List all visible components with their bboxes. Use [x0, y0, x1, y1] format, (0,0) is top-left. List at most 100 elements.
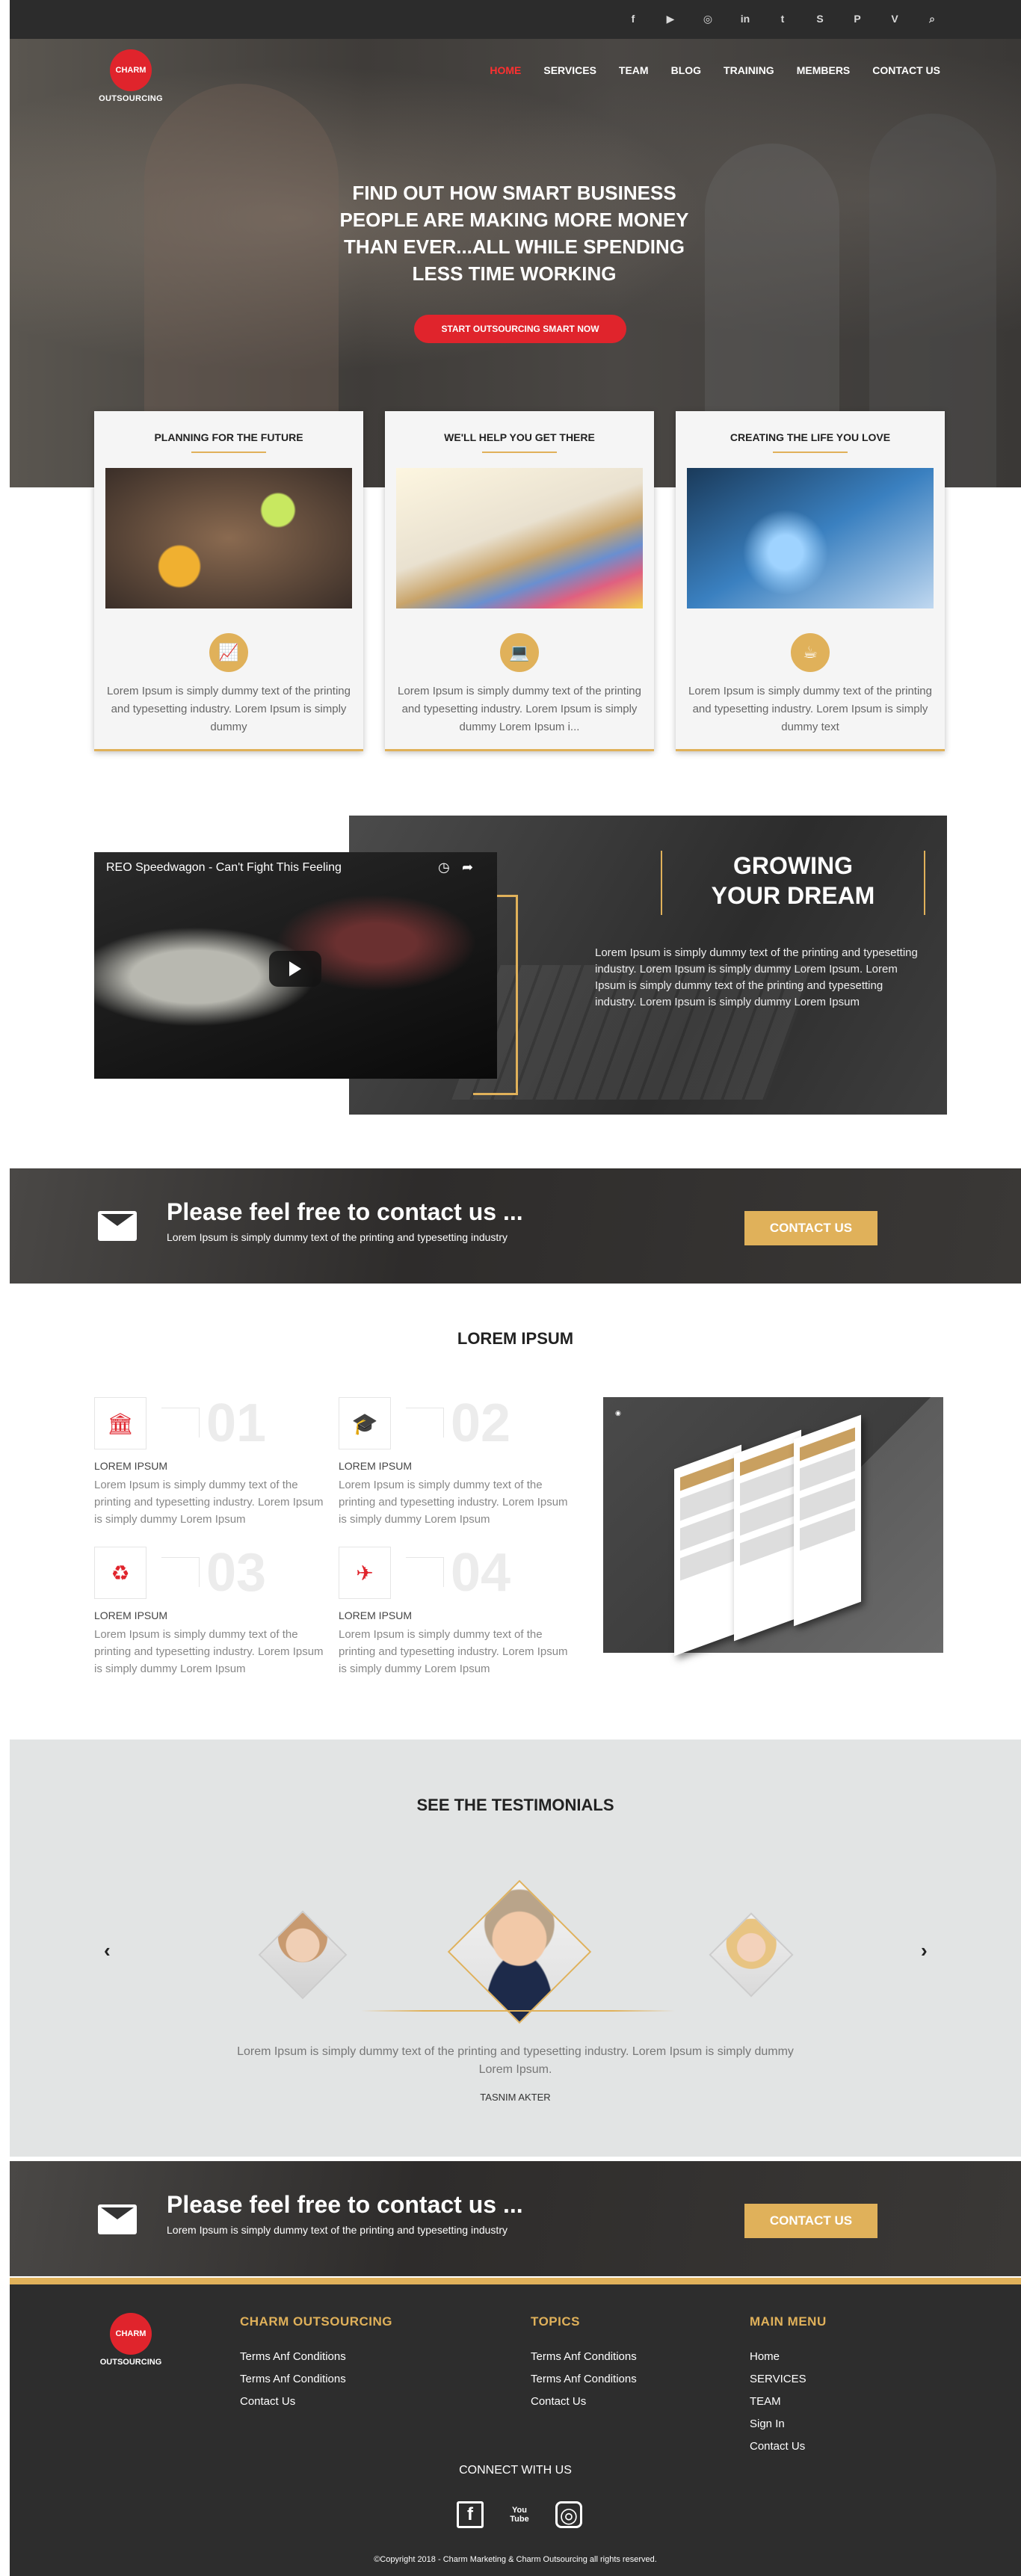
card-title: PLANNING FOR THE FUTURE: [154, 431, 303, 443]
footer-column-title: MAIN MENU: [750, 2314, 827, 2329]
recycle-icon: ♻: [94, 1547, 146, 1599]
pinterest-icon[interactable]: P: [849, 10, 866, 27]
envelope-icon: [98, 1211, 137, 1241]
footer-link[interactable]: SERVICES: [750, 2368, 827, 2391]
feature-card[interactable]: WE'LL HELP YOU GET THERE 💻 Lorem Ipsum i…: [385, 411, 654, 751]
vimeo-icon[interactable]: V: [886, 10, 903, 27]
next-arrow-icon[interactable]: ›: [921, 1939, 928, 1962]
nav-members[interactable]: MEMBERS: [797, 64, 851, 76]
feature-item: 🏛 01 LOREM IPSUM Lorem Ipsum is simply d…: [94, 1393, 326, 1539]
footer-column: CHARM OUTSOURCING Terms Anf Conditions T…: [240, 2314, 392, 2413]
feature-card[interactable]: PLANNING FOR THE FUTURE 📈 Lorem Ipsum is…: [94, 411, 363, 751]
testimonial-name: TASNIM AKTER: [480, 2092, 551, 2103]
logo-text: OUTSOURCING: [99, 94, 163, 103]
facebook-icon[interactable]: f: [457, 2501, 484, 2528]
nav-team[interactable]: TEAM: [619, 64, 649, 76]
footer-social: f You Tube ◎: [457, 2501, 582, 2528]
nav-blog[interactable]: BLOG: [671, 64, 701, 76]
contact-band: Please feel free to contact us ... Lorem…: [10, 2161, 1021, 2276]
contact-title: Please feel free to contact us ...: [167, 1198, 523, 1225]
footer-link[interactable]: TEAM: [750, 2391, 827, 2413]
contact-title: Please feel free to contact us ...: [167, 2191, 523, 2218]
testimonials-section: SEE THE TESTIMONIALS ‹ › Lorem Ipsum is …: [10, 1740, 1021, 2157]
dream-line-2: YOUR DREAM: [711, 882, 875, 909]
twitter-icon[interactable]: t: [774, 10, 791, 27]
instagram-icon[interactable]: ◎: [555, 2501, 582, 2528]
card-text: Lorem Ipsum is simply dummy text of the …: [398, 685, 641, 733]
title-underline: [482, 452, 557, 453]
footer-link[interactable]: Contact Us: [240, 2391, 392, 2413]
dream-heading: GROWING YOUR DREAM: [661, 851, 925, 915]
feature-number: 02: [451, 1393, 511, 1453]
contact-subtitle: Lorem Ipsum is simply dummy text of the …: [167, 2224, 508, 2236]
start-outsourcing-button[interactable]: START OUTSOURCING SMART NOW: [414, 315, 626, 343]
hero-headline: FIND OUT HOW SMART BUSINESS PEOPLE ARE M…: [339, 182, 689, 285]
envelope-icon: [98, 2204, 137, 2234]
linkedin-icon[interactable]: in: [737, 10, 753, 27]
nav-services[interactable]: SERVICES: [543, 64, 596, 76]
feature-text: Lorem Ipsum is simply dummy text of the …: [94, 1628, 324, 1675]
title-underline: [191, 452, 266, 453]
feature-item: 🎓 02 LOREM IPSUM Lorem Ipsum is simply d…: [339, 1393, 570, 1539]
video-title[interactable]: REO Speedwagon - Can't Fight This Feelin…: [106, 861, 342, 875]
testimonial-avatar-active[interactable]: [447, 1879, 592, 2024]
testimonial-avatar[interactable]: [709, 1912, 794, 1997]
chart-icon: 📈: [206, 630, 251, 675]
footer-link[interactable]: Terms Anf Conditions: [531, 2346, 637, 2368]
nav-training[interactable]: TRAINING: [724, 64, 774, 76]
footer-column: TOPICS Terms Anf Conditions Terms Anf Co…: [531, 2314, 637, 2413]
card-title: CREATING THE LIFE YOU LOVE: [729, 431, 891, 443]
footer-link[interactable]: Terms Anf Conditions: [240, 2346, 392, 2368]
testimonial-quote: Lorem Ipsum is simply dummy text of the …: [237, 2045, 794, 2076]
footer-logo[interactable]: CHARM OUTSOURCING: [95, 2313, 167, 2367]
footer-link[interactable]: Sign In: [750, 2413, 827, 2435]
nav-contact[interactable]: CONTACT US: [872, 64, 940, 76]
footer-column-title: CHARM OUTSOURCING: [240, 2314, 392, 2329]
coffee-icon: ☕: [788, 630, 833, 675]
logo-mark: CHARM: [110, 2313, 152, 2355]
mockup-logo: ◉: [615, 1409, 621, 1417]
footer-link[interactable]: Terms Anf Conditions: [531, 2368, 637, 2391]
graduation-cap-icon: 🎓: [339, 1397, 391, 1449]
feature-text: Lorem Ipsum is simply dummy text of the …: [339, 1479, 568, 1526]
footer-link[interactable]: Home: [750, 2346, 827, 2368]
share-icon[interactable]: ➦: [462, 860, 473, 875]
card-title: WE'LL HELP YOU GET THERE: [444, 431, 595, 443]
logo-text: OUTSOURCING: [99, 2358, 162, 2367]
contact-us-button[interactable]: CONTACT US: [744, 2204, 877, 2238]
footer-link[interactable]: Terms Anf Conditions: [240, 2368, 392, 2391]
facebook-icon[interactable]: f: [625, 10, 641, 27]
nav-home[interactable]: HOME: [490, 64, 521, 76]
footer: CHARM OUTSOURCING CHARM OUTSOURCING Term…: [10, 2278, 1021, 2576]
search-icon[interactable]: ⌕: [924, 10, 940, 27]
contact-us-button[interactable]: CONTACT US: [744, 1211, 877, 1245]
instagram-icon[interactable]: ◎: [700, 10, 716, 27]
website-mockup-image: ◉: [603, 1397, 943, 1657]
bank-icon: 🏛: [94, 1397, 146, 1449]
youtube-icon[interactable]: ▶: [662, 10, 679, 27]
logo[interactable]: CHARM OUTSOURCING: [95, 49, 167, 103]
play-button[interactable]: [269, 951, 321, 987]
feature-title: LOREM IPSUM: [94, 1609, 168, 1621]
prev-arrow-icon[interactable]: ‹: [104, 1939, 111, 1962]
youtube-icon[interactable]: You Tube: [505, 2501, 534, 2528]
feature-number: 04: [451, 1543, 511, 1603]
watch-later-icon[interactable]: ◷: [438, 860, 450, 875]
card-image: [396, 468, 643, 608]
connect-heading: CONNECT WITH US: [459, 2464, 572, 2477]
video-player[interactable]: REO Speedwagon - Can't Fight This Feelin…: [94, 852, 497, 1079]
footer-column: MAIN MENU Home SERVICES TEAM Sign In Con…: [750, 2314, 827, 2458]
footer-link[interactable]: Contact Us: [531, 2391, 637, 2413]
testimonials-title: SEE THE TESTIMONIALS: [416, 1796, 614, 1814]
social-icons: f ▶ ◎ in t S P V ⌕: [625, 10, 940, 27]
testimonial-avatar[interactable]: [258, 1910, 348, 2000]
paper-plane-icon: ✈: [339, 1547, 391, 1599]
contact-band: Please feel free to contact us ... Lorem…: [10, 1168, 1021, 1284]
footer-link[interactable]: Contact Us: [750, 2435, 827, 2458]
laptop-icon: 💻: [497, 630, 542, 675]
feature-text: Lorem Ipsum is simply dummy text of the …: [94, 1479, 324, 1526]
section-title: LOREM IPSUM: [457, 1329, 574, 1348]
feature-card[interactable]: CREATING THE LIFE YOU LOVE ☕ Lorem Ipsum…: [676, 411, 945, 751]
feature-title: LOREM IPSUM: [94, 1460, 168, 1472]
skype-icon[interactable]: S: [812, 10, 828, 27]
